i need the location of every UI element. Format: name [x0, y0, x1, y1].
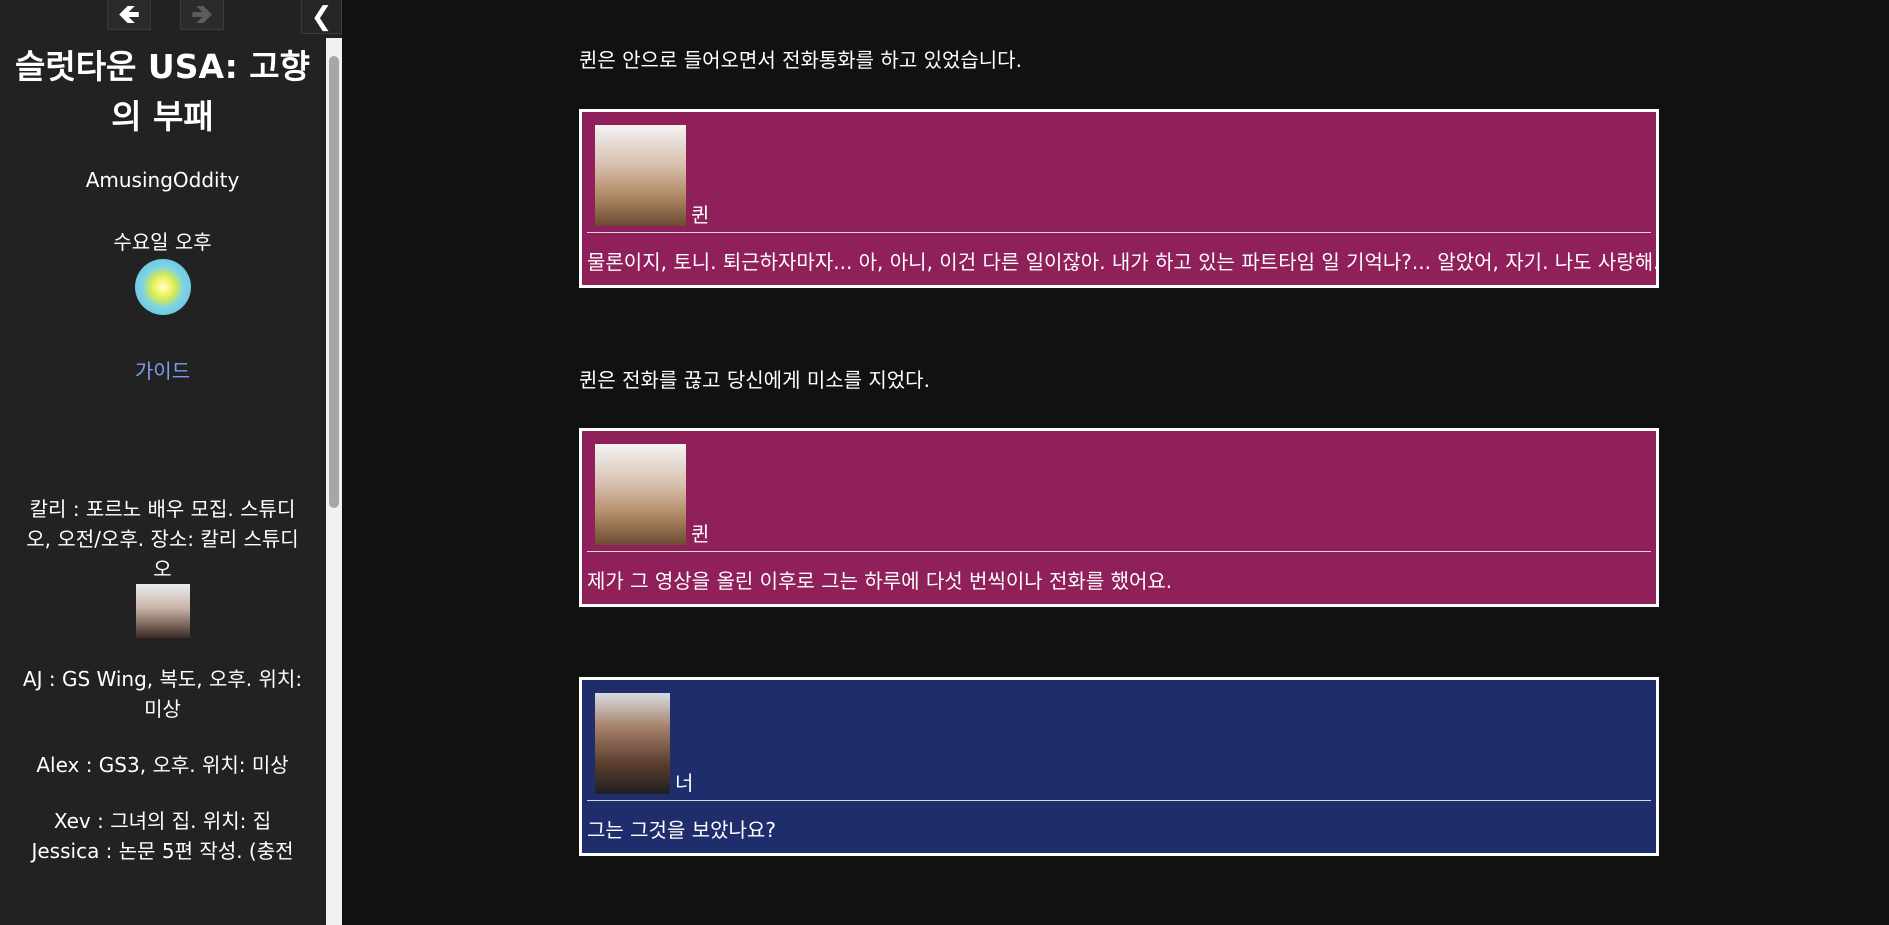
npc-entry: 칼리 : 포르노 배우 모집. 스튜디오, 오전/오후. 장소: 칼리 스튜디오 — [26, 497, 299, 581]
sidebar-toggle-button[interactable]: ❮ — [301, 0, 342, 34]
dialog-divider — [587, 232, 1651, 233]
narration-text: 퀸은 전화를 끊고 당신에게 미소를 지었다. — [579, 368, 930, 392]
back-button[interactable]: 🡸 — [107, 0, 151, 30]
speaker-row: 퀸 — [595, 125, 710, 227]
chevron-left-icon: ❮ — [310, 1, 333, 32]
speaker-row: 퀸 — [595, 444, 710, 546]
speaker-name: 퀸 — [691, 522, 710, 546]
time-of-day: 수요일 오후 — [113, 230, 212, 254]
npc-entry: Alex : GS3, 오후. 위치: 미상 — [36, 753, 289, 777]
dialog-box: 퀸 제가 그 영상을 올린 이후로 그는 하루에 다섯 번씩이나 전화를 했어요… — [579, 428, 1659, 607]
speaker-portrait — [595, 125, 686, 226]
speaker-portrait — [595, 444, 686, 545]
dialog-box: 너 그는 그것을 보았나요? — [579, 677, 1659, 856]
npc-entry: Xev : 그녀의 집. 위치: 집 — [53, 809, 272, 833]
npc-entry: AJ : GS Wing, 복도, 오후. 위치: 미상 — [22, 667, 303, 721]
dialog-text: 제가 그 영상을 올린 이후로 그는 하루에 다섯 번씩이나 전화를 했어요. — [587, 569, 1173, 593]
sidebar-scrollbar-thumb[interactable] — [329, 56, 339, 508]
sidebar-content: 슬럿타운 USA: 고향의 부패 AmusingOddity 수요일 오후 가이… — [0, 38, 325, 866]
speaker-row: 너 — [595, 693, 694, 795]
speaker-name: 퀸 — [691, 203, 710, 227]
guide-link[interactable]: 가이드 — [0, 355, 325, 384]
dialog-text: 그는 그것을 보았나요? — [587, 818, 776, 842]
story-title: 슬럿타운 USA: 고향의 부패 — [14, 47, 311, 136]
speaker-name: 너 — [675, 771, 694, 795]
dialog-divider — [587, 551, 1651, 552]
dialog-divider — [587, 800, 1651, 801]
speaker-portrait — [595, 693, 670, 794]
author-name: AmusingOddity — [85, 168, 240, 192]
arrow-right-icon: 🡺 — [191, 0, 213, 30]
narration-text: 퀸은 안으로 들어오면서 전화통화를 하고 있었습니다. — [579, 48, 1022, 72]
arrow-left-icon: 🡸 — [118, 0, 140, 30]
npc-entry: Jessica : 논문 5편 작성. (충전 — [31, 839, 294, 863]
npc-portrait[interactable] — [135, 584, 190, 638]
sidebar: 🡸 🡺 ❮ 슬럿타운 USA: 고향의 부패 AmusingOddity 수요일… — [0, 0, 342, 925]
forward-button[interactable]: 🡺 — [180, 0, 224, 30]
dialog-box: 퀸 물론이지, 토니. 퇴근하자마자... 아, 아니, 이건 다른 일이잖아.… — [579, 109, 1660, 288]
sun-icon — [134, 259, 191, 315]
dialog-text: 물론이지, 토니. 퇴근하자마자... 아, 아니, 이건 다른 일이잖아. 내… — [587, 250, 1660, 274]
